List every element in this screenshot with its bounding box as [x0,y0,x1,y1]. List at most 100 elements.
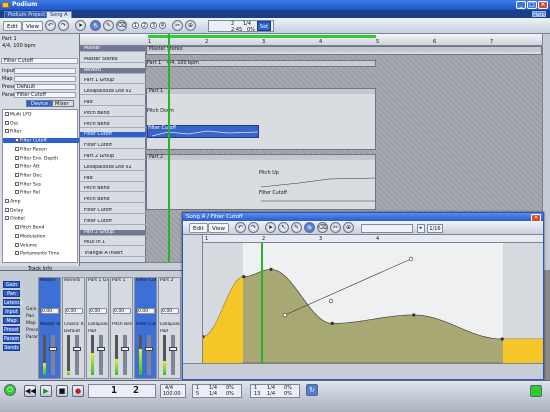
filter-cutoff-clip-2[interactable]: Filter Cutoff [259,191,377,209]
tree-item[interactable]: Filter Sus [3,181,79,187]
track-header[interactable]: Triangle A Insert [80,251,146,258]
envelope-point[interactable] [330,321,334,325]
snap-button-2[interactable]: 2 [141,22,148,29]
mixer-channel-strip[interactable]: Master 0.00 Master Stereo [38,277,61,379]
collapse-icon[interactable] [5,216,9,221]
punch-display[interactable]: 1 1/4 0% 13 1/4 0% [250,384,300,398]
channel-fader[interactable] [97,335,105,375]
editor-glue-icon[interactable]: ⊕ [343,222,354,233]
editor-ruler[interactable]: 1 2 3 4 [203,235,543,243]
editor-horizontal-scrollbar[interactable] [183,363,543,379]
fader-knob[interactable] [97,347,105,351]
track-header[interactable]: Pitch Bend [80,122,146,128]
envelope-point[interactable] [500,337,504,341]
preset-field[interactable]: Default [14,84,76,90]
tree-item[interactable]: Amp [3,199,79,205]
track-header[interactable]: Part 2 Group [80,229,146,236]
parameter-checkbox-icon[interactable] [15,242,19,247]
channel-fader[interactable] [121,335,129,375]
fader-knob[interactable] [145,347,153,351]
set-button[interactable]: Set [257,21,271,31]
mixer-pan-button[interactable]: Pan [3,290,20,297]
tree-item[interactable]: Filter Rel [3,190,79,196]
track-header[interactable]: Reverb [80,67,146,74]
editor-select-icon[interactable]: ↖ [278,222,289,233]
help-button[interactable]: Help [532,11,546,18]
quantize-field[interactable]: 1/16 [427,224,443,233]
snap-button-1[interactable]: 1 [132,22,139,29]
tree-item[interactable]: Filter Env. Depth [3,155,79,161]
tree-item[interactable]: Modulation [3,233,79,239]
loop-info-clip[interactable]: Part 1 4/4, 100 bpm [146,60,376,67]
envelope-point[interactable] [412,313,416,317]
tree-item[interactable]: Volume [3,242,79,248]
param-field[interactable]: Filter Cutoff [14,92,76,98]
power-icon[interactable]: ⏻ [4,384,16,396]
editor-title-bar[interactable]: Song A / Filter Cutoff × [183,213,543,222]
part2-clip[interactable]: Part 2 Pitch Up Filter Cutoff [146,154,376,210]
mixer-channel-strip[interactable]: Part 2 0.00 Lollapalooza Pad [158,277,181,379]
close-button[interactable]: × [538,1,548,9]
editor-pointer-icon[interactable]: ➤ [265,222,276,233]
stop-button[interactable]: ■ [56,385,68,397]
record-button[interactable]: ● [72,385,84,397]
fader-knob[interactable] [49,347,57,351]
bezier-handle[interactable] [328,298,334,304]
tree-item[interactable]: Portamento Time [3,251,79,257]
collapse-icon[interactable] [5,129,9,134]
master-clip[interactable]: Master Stereo [146,46,542,55]
parameter-checkbox-icon[interactable] [15,181,19,186]
parameter-checkbox-icon[interactable] [15,146,19,151]
track-header[interactable]: Part 2 Group [80,154,146,160]
mixer-channel-strip[interactable]: Filter Cutoff 0.00 Filter Cutoff [134,277,157,379]
editor-erase-icon[interactable]: ⌫ [317,222,328,233]
mixer-latency-button[interactable]: Latency [3,299,23,306]
tree-item[interactable]: Filter Reson [3,146,79,152]
bezier-handle[interactable] [282,312,288,318]
undo-icon[interactable]: ↶ [45,20,56,31]
editor-draw-icon[interactable]: ✎ [291,222,302,233]
expand-icon[interactable] [5,112,9,116]
loop-range-bar[interactable] [148,35,376,38]
channel-fader[interactable] [169,335,177,375]
channel-gain-field[interactable]: 0.00 [161,308,179,314]
editor-redo-icon[interactable]: ↷ [248,222,259,233]
tree-item[interactable]: Osc [3,120,79,126]
parameter-checkbox-icon[interactable] [15,251,19,256]
parameter-header[interactable]: Filter Cutoff [1,58,78,64]
mixer-channel-strip[interactable]: Part 1 0.00 Pitch Bend [110,277,133,379]
channel-gain-field[interactable]: 0.00 [65,308,83,314]
editor-view-button[interactable]: View [208,223,230,233]
expand-icon[interactable] [5,207,9,212]
fader-knob[interactable] [73,347,81,351]
parameter-checkbox-icon[interactable] [15,138,19,143]
redo-icon[interactable]: ↷ [58,20,69,31]
tree-item[interactable]: Global [3,216,79,222]
playhead-marker[interactable] [168,34,170,270]
parameter-checkbox-icon[interactable] [15,225,19,230]
mixer-param-button[interactable]: Param [3,335,20,342]
pointer-tool-icon[interactable]: ➤ [75,20,86,31]
track-header[interactable]: Part 1 Group [80,78,146,85]
track-header[interactable]: Pad [80,176,146,182]
tab-podium-project[interactable]: Podium Project [4,11,50,18]
editor-snap-toggle[interactable]: ▸ [417,224,425,233]
snap-button-4[interactable]: 4 [159,22,166,29]
tree-item[interactable]: Filter Cutoff [3,138,79,144]
minimize-button[interactable]: _ [516,1,526,9]
parameter-checkbox-icon[interactable] [15,155,19,160]
filter-cutoff-envelope[interactable] [203,243,543,363]
channel-gain-field[interactable]: 0.00 [137,308,155,314]
maximize-button[interactable]: □ [527,1,537,9]
snap-button-3[interactable]: 3 [150,22,157,29]
tree-item[interactable]: Filter Att [3,164,79,170]
channel-gain-field[interactable]: 0.00 [89,308,107,314]
tree-item[interactable]: Delay [3,207,79,213]
part1-clip[interactable]: Part 1 Pitch Down Filter Cutoff [146,88,376,150]
fader-knob[interactable] [169,347,177,351]
tempo-display[interactable]: 4/4 100.00 [160,384,186,398]
parameter-checkbox-icon[interactable] [15,172,19,177]
track-header[interactable]: Pitch Bend [80,111,146,117]
track-header[interactable]: Lollapalooza Lite v2 [80,165,146,171]
edit-menu-button[interactable]: Edit [3,21,22,31]
